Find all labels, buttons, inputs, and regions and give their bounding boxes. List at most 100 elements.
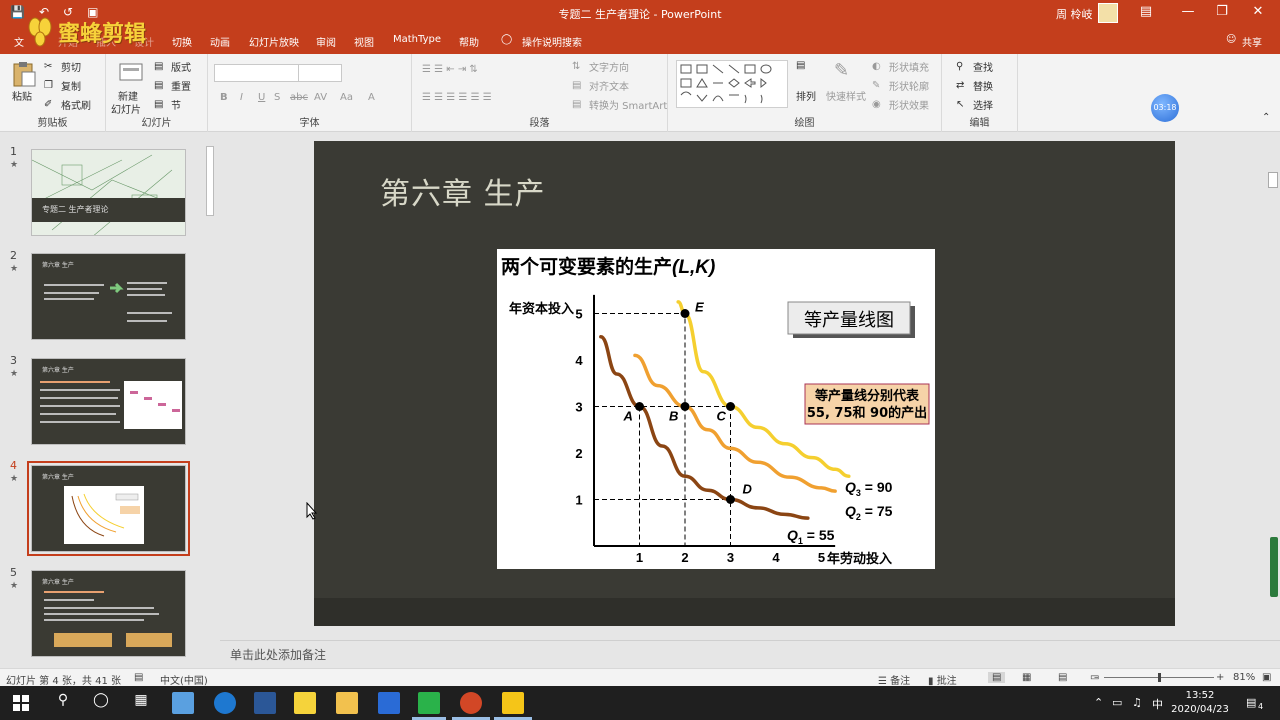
edge-icon[interactable]: [214, 692, 236, 714]
smartart-button[interactable]: ▤ 转换为 SmartArt: [572, 97, 667, 113]
side-widget[interactable]: [1270, 537, 1278, 597]
tray-chevron-icon[interactable]: ⌃: [1094, 696, 1103, 709]
strike-button[interactable]: abc: [290, 92, 308, 103]
thumbnail-scrollbar[interactable]: [204, 136, 216, 666]
tab-view[interactable]: 视图: [354, 34, 374, 49]
tab-help[interactable]: 帮助: [459, 34, 479, 49]
zoom-slider-thumb[interactable]: [1158, 673, 1161, 682]
isoquant-figure[interactable]: 两个可变要素的生产(L,K) 年资本投入 年劳动投入 等产量线图 等产量线分别代…: [497, 249, 935, 569]
font-name-combo[interactable]: [214, 64, 304, 82]
slide-title[interactable]: 第六章 生产: [380, 169, 546, 213]
tab-animations[interactable]: 动画: [210, 34, 230, 49]
powerpoint-icon[interactable]: [460, 692, 482, 714]
word-icon[interactable]: [254, 692, 276, 714]
paste-button[interactable]: 粘贴: [12, 88, 32, 103]
find-button[interactable]: ⚲ 查找: [956, 59, 993, 75]
notes-placeholder[interactable]: 单击此处添加备注: [230, 646, 326, 663]
q-label-1: Q1 = 55: [787, 527, 835, 546]
close-icon[interactable]: ✕: [1248, 4, 1268, 19]
shape-fill-button[interactable]: ◐ 形状填充: [872, 59, 929, 75]
ribbon-display-icon[interactable]: ▤: [1136, 4, 1156, 19]
arrange-button[interactable]: 排列: [796, 88, 816, 103]
quick-styles-button[interactable]: 快速样式: [826, 88, 866, 103]
taskbar-clock[interactable]: 13:52 2020/04/23: [1168, 689, 1232, 717]
cortana-icon[interactable]: ◯: [90, 692, 112, 714]
shadow-button[interactable]: S: [274, 92, 280, 103]
volume-icon[interactable]: ♫: [1132, 696, 1142, 709]
scroll-thumb[interactable]: [1268, 172, 1278, 188]
slide-thumbnail-3[interactable]: 第六章 生产: [31, 358, 186, 445]
zoom-out-icon[interactable]: –: [1094, 672, 1099, 683]
cut-button[interactable]: ✂ 剪切: [44, 59, 81, 75]
ime-indicator[interactable]: 中: [1152, 696, 1163, 712]
comments-toggle[interactable]: ▮ 批注: [928, 672, 957, 687]
reset-button[interactable]: ▤ 重置: [154, 78, 191, 94]
editing-group: ⚲ 查找 ⇄ 替换 ↖ 选择 编辑: [942, 54, 1018, 132]
align-text-button[interactable]: ▤ 对齐文本: [572, 78, 629, 94]
windows-start-icon[interactable]: [10, 692, 32, 714]
search-icon[interactable]: ⚲: [52, 692, 74, 714]
tab-mathtype[interactable]: MathType: [393, 34, 441, 45]
layout-icon: ▤: [154, 61, 164, 72]
tab-file[interactable]: 文: [14, 34, 24, 49]
spellcheck-icon[interactable]: ▤: [134, 672, 143, 683]
slide-thumbnail-2[interactable]: 第六章 生产: [31, 253, 186, 340]
file-explorer-icon[interactable]: [336, 692, 358, 714]
restore-icon[interactable]: ❐: [1212, 4, 1232, 19]
font-group: B I U S abc AV Aa A 字体: [208, 54, 412, 132]
avatar[interactable]: [1098, 3, 1118, 23]
tab-transitions[interactable]: 切换: [172, 34, 192, 49]
text-direction-icon: ⇅: [572, 61, 581, 72]
slide-vertical-scrollbar[interactable]: [1266, 132, 1280, 624]
share-button[interactable]: 共享: [1242, 34, 1262, 49]
language-indicator[interactable]: 中文(中国): [160, 672, 208, 687]
slide-thumbnail-1[interactable]: 专题二 生产者理论: [31, 149, 186, 236]
slide-thumbnail-4[interactable]: 第六章 生产: [27, 461, 190, 556]
bullets-icon[interactable]: ☰ ☰ ⇤ ⇥ ⇅: [422, 64, 478, 75]
zoom-in-icon[interactable]: +: [1216, 672, 1224, 683]
bee-recorder-icon[interactable]: [502, 692, 524, 714]
align-icons[interactable]: ☰ ☰ ☰ ☰ ☰ ☰: [422, 92, 492, 103]
notification-icon[interactable]: ▤: [1246, 696, 1256, 709]
underline-button[interactable]: U: [258, 92, 265, 103]
char-spacing-button[interactable]: AV: [314, 92, 327, 103]
minimize-icon[interactable]: —: [1178, 4, 1198, 19]
select-button[interactable]: ↖ 选择: [956, 97, 993, 113]
font-size-combo[interactable]: [298, 64, 342, 82]
ribbon: 粘贴 ✂ 剪切 ❐ 复制 ✐ 格式刷 剪贴板 新建 幻灯片 ▤ 版式 ▤ 重置 ▤ 节 幻灯…: [0, 54, 1280, 132]
slide-thumbnail-5[interactable]: 第六章 生产: [31, 570, 186, 657]
italic-button[interactable]: I: [240, 92, 243, 103]
network-icon[interactable]: ▭: [1112, 696, 1122, 709]
scroll-thumb[interactable]: [206, 146, 214, 216]
change-case-button[interactable]: Aa: [340, 92, 353, 103]
fit-slide-icon[interactable]: ▣: [1262, 672, 1271, 683]
zoom-level[interactable]: 81%: [1233, 672, 1255, 683]
notes-pane[interactable]: 单击此处添加备注: [220, 640, 1280, 668]
bold-button[interactable]: B: [220, 92, 228, 103]
copy-button[interactable]: ❐ 复制: [44, 78, 81, 94]
tell-me-search[interactable]: 操作说明搜索: [522, 34, 582, 49]
store-icon[interactable]: [172, 692, 194, 714]
replace-button[interactable]: ⇄ 替换: [956, 78, 993, 94]
task-view-icon[interactable]: ▦: [130, 692, 152, 714]
wechat-icon[interactable]: [418, 692, 440, 714]
recording-timer[interactable]: 03:18: [1151, 94, 1179, 122]
text-direction-button[interactable]: ⇅ 文字方向: [572, 59, 629, 75]
section-button[interactable]: ▤ 节: [154, 97, 181, 113]
shape-effects-button[interactable]: ◉ 形状效果: [872, 97, 929, 113]
security-shield-icon[interactable]: [378, 692, 400, 714]
tab-review[interactable]: 审阅: [316, 34, 336, 49]
tab-slideshow[interactable]: 幻灯片放映: [249, 34, 299, 49]
sticky-notes-icon[interactable]: [294, 692, 316, 714]
normal-view-icon[interactable]: ▤: [988, 672, 1006, 683]
layout-button[interactable]: ▤ 版式: [154, 59, 191, 75]
font-color-button[interactable]: A: [368, 92, 375, 103]
slide-sorter-icon[interactable]: ▦: [1022, 672, 1031, 683]
collapse-ribbon-icon[interactable]: ⌃: [1262, 112, 1270, 123]
notes-toggle[interactable]: ☰ 备注: [878, 672, 910, 687]
format-painter-button[interactable]: ✐ 格式刷: [44, 97, 91, 113]
shape-outline-button[interactable]: ✎ 形状轮廓: [872, 78, 929, 94]
shapes-gallery[interactable]: [676, 60, 788, 108]
reading-view-icon[interactable]: ▤: [1058, 672, 1067, 683]
user-name[interactable]: 周 柃岐: [1056, 6, 1093, 22]
